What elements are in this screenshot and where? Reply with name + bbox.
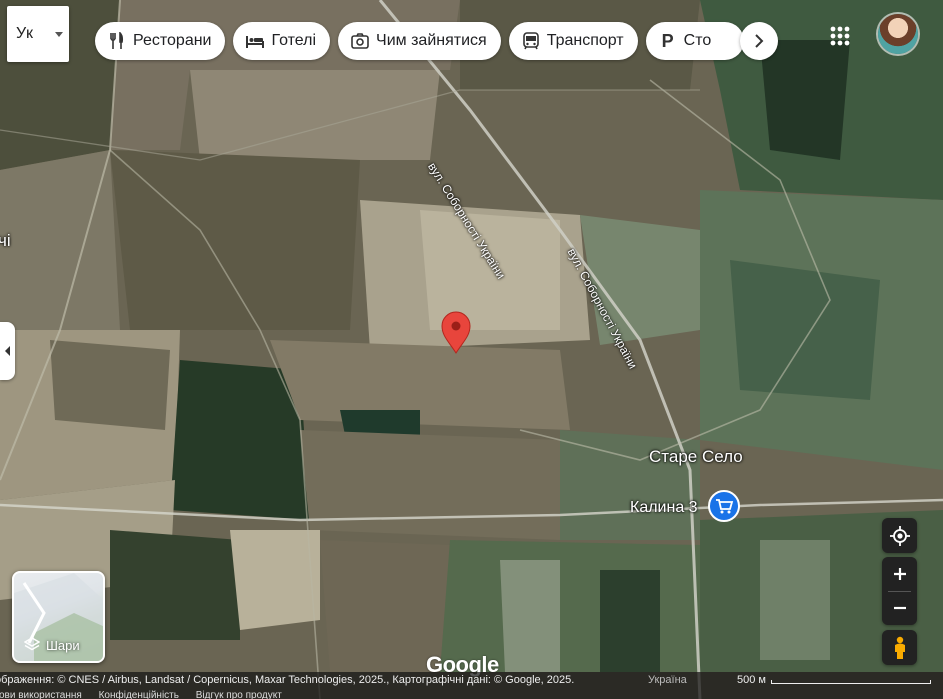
chip-label: Ресторани	[133, 32, 212, 49]
chip-things-to-do[interactable]: Чим зайнятися	[338, 22, 501, 60]
chip-hotels[interactable]: Готелі	[233, 22, 331, 60]
feedback-link[interactable]: Відгук про продукт	[196, 690, 282, 699]
chevron-left-icon	[4, 346, 10, 356]
chip-label: Сто	[683, 32, 712, 49]
chip-parking[interactable]: P Сто	[645, 22, 744, 60]
store-label[interactable]: Калина 3	[630, 499, 698, 517]
scale-bar	[771, 680, 931, 684]
chip-label: Транспорт	[546, 32, 624, 49]
street-view-pegman-button[interactable]	[882, 630, 917, 665]
chevron-down-icon	[55, 32, 63, 37]
chip-label: Чим зайнятися	[376, 32, 487, 49]
terms-link[interactable]: ови використання	[0, 690, 82, 699]
parking-icon: P	[661, 30, 674, 51]
store-pin-icon[interactable]	[708, 490, 740, 522]
category-chips: Ресторани Готелі Чим зайнятися Транспорт…	[95, 22, 744, 60]
restaurant-icon	[107, 31, 127, 51]
transit-icon	[521, 31, 541, 51]
apps-grid-icon[interactable]	[826, 22, 854, 50]
zoom-out-button[interactable]	[882, 591, 917, 625]
chip-restaurants[interactable]: Ресторани	[95, 22, 226, 60]
plus-icon	[893, 568, 906, 580]
my-location-button[interactable]	[882, 518, 917, 553]
imagery-attribution: ображення: © CNES / Airbus, Landsat / Co…	[0, 674, 575, 686]
chip-label: Готелі	[271, 32, 317, 49]
satellite-map[interactable]	[0, 0, 943, 699]
country-label[interactable]: Україна	[648, 672, 687, 689]
layers-icon	[24, 637, 40, 651]
layers-button[interactable]: Шари	[12, 571, 105, 663]
camera-icon	[350, 31, 370, 51]
privacy-link[interactable]: Конфіденційність	[99, 690, 179, 699]
pegman-icon	[894, 636, 905, 659]
scale-label[interactable]: 500 м	[737, 672, 766, 689]
chevron-right-icon[interactable]	[740, 22, 778, 60]
avatar[interactable]	[878, 14, 918, 54]
expand-panel-button[interactable]	[0, 322, 15, 380]
layers-label: Шари	[46, 637, 80, 653]
zoom-in-button[interactable]	[882, 557, 917, 591]
minus-icon	[893, 606, 906, 610]
language-selector[interactable]: Ук	[7, 6, 69, 62]
my-location-icon	[889, 525, 910, 546]
village-label[interactable]: Старе Село	[649, 447, 743, 467]
map-footer: ображення: © CNES / Airbus, Landsat / Co…	[0, 672, 943, 699]
hotel-icon	[245, 31, 265, 51]
language-code: Ук	[16, 25, 34, 42]
zoom-controls	[882, 557, 917, 625]
chip-transit[interactable]: Транспорт	[508, 22, 638, 60]
edge-place-label: чі	[0, 231, 11, 250]
